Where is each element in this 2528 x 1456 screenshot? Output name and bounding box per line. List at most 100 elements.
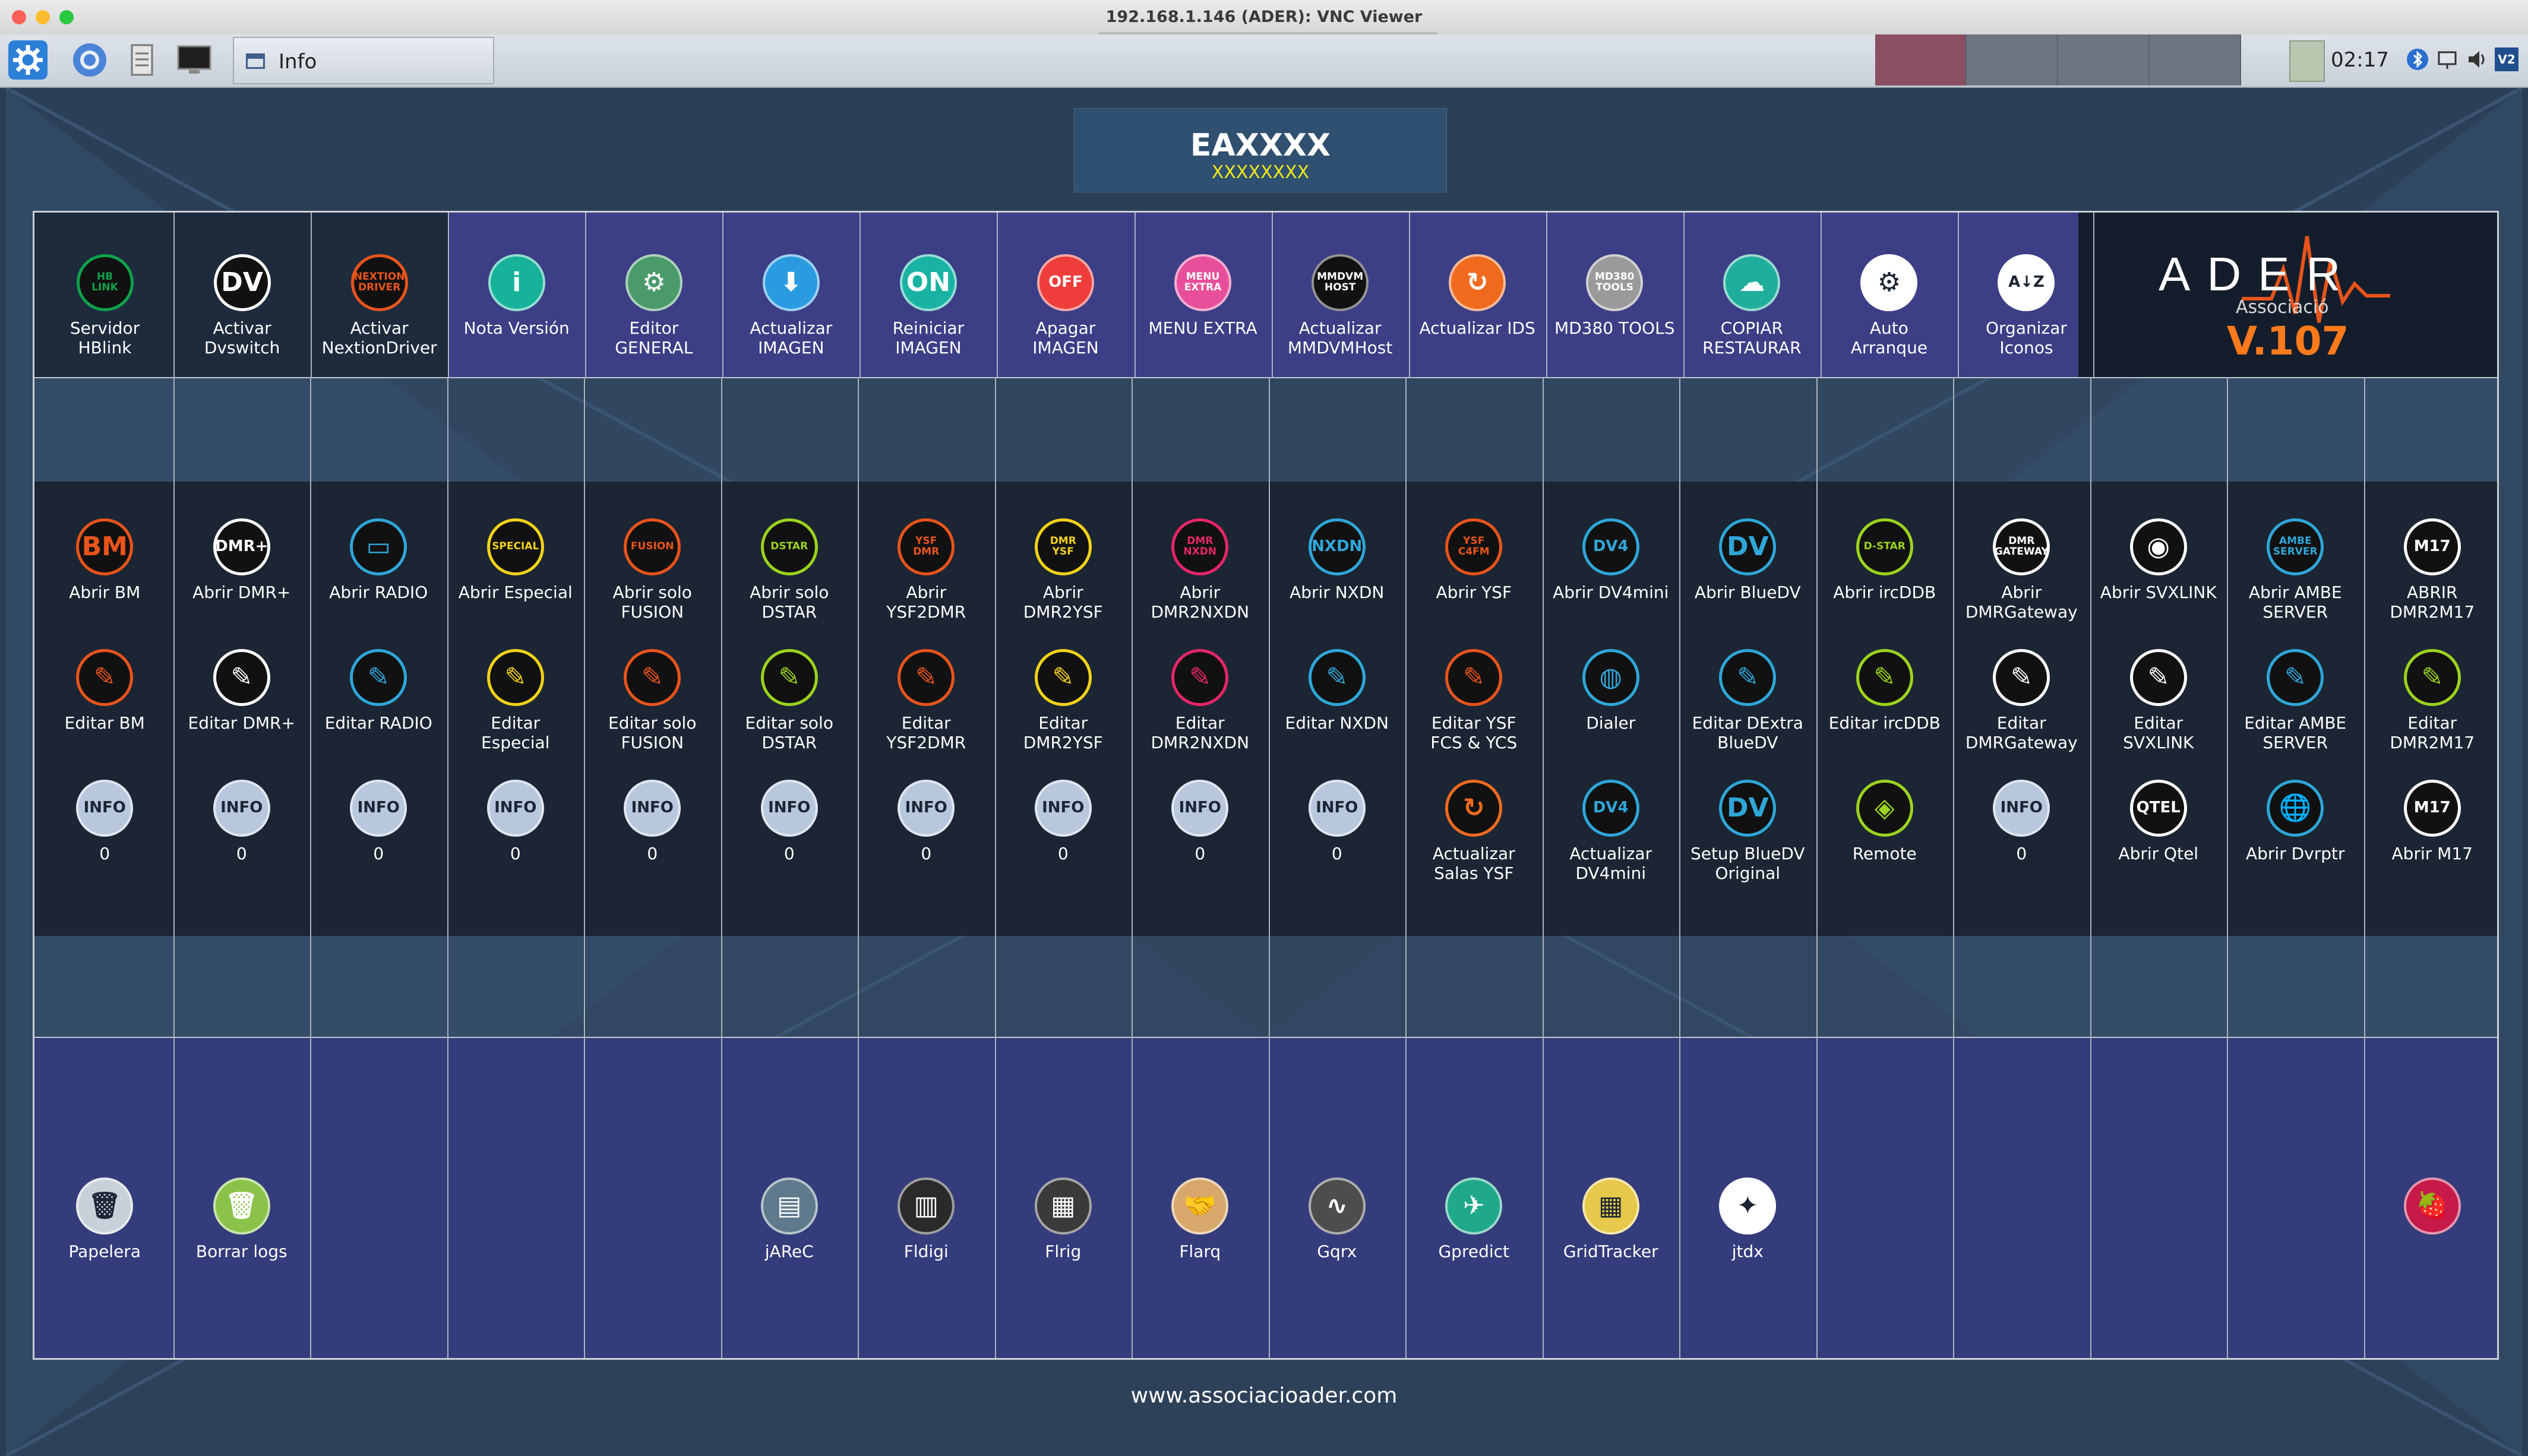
launcher-reiniciar-imagen[interactable]: ON Reiniciar IMAGEN: [859, 254, 997, 357]
launcher-editar-ircddb[interactable]: ✎ Editar ircDDB: [1816, 649, 1954, 733]
launcher-abrir-ysf2dmr[interactable]: YSF DMR Abrir YSF2DMR: [858, 518, 995, 622]
launcher-editar-dmr2m17[interactable]: ✎ Editar DMR2M17: [2364, 649, 2501, 752]
launcher-abrir-radio[interactable]: ▭ Abrir RADIO: [310, 518, 447, 602]
launcher-abrir-dmr2nxdn[interactable]: DMR NXDN Abrir DMR2NXDN: [1132, 518, 1269, 622]
launcher-0[interactable]: INFO 0: [1132, 780, 1269, 863]
launcher-editar-radio[interactable]: ✎ Editar RADIO: [310, 649, 447, 733]
launcher-0[interactable]: INFO 0: [310, 780, 447, 863]
launcher-0[interactable]: INFO 0: [584, 780, 721, 863]
launcher-editar-ysf2dmr[interactable]: ✎ Editar YSF2DMR: [858, 649, 995, 752]
launcher-organizar-iconos[interactable]: A↓Z Organizar Iconos: [1958, 254, 2095, 357]
vnc-icon[interactable]: V2: [2495, 48, 2518, 71]
launcher-0[interactable]: INFO 0: [858, 780, 995, 863]
launcher-remote[interactable]: ◈ Remote: [1816, 780, 1954, 863]
launcher-label: Editar RADIO: [324, 713, 432, 733]
launcher-dialer[interactable]: ◍ Dialer: [1543, 649, 1680, 733]
launcher-0[interactable]: INFO 0: [995, 780, 1132, 863]
launcher-0[interactable]: INFO 0: [447, 780, 584, 863]
launcher-abrir-ircddb[interactable]: D-STAR Abrir ircDDB: [1816, 518, 1954, 602]
terminal-icon[interactable]: [175, 40, 214, 80]
launcher-abrir-dmr2ysf[interactable]: DMR YSF Abrir DMR2YSF: [995, 518, 1132, 622]
launcher-abrir-m17[interactable]: M17 Abrir M17: [2364, 780, 2501, 863]
launcher-gridtracker[interactable]: ▦ GridTracker: [1543, 1178, 1680, 1261]
launcher-label: MD380 TOOLS: [1554, 318, 1675, 338]
launcher-editar-ambe-server[interactable]: ✎ Editar AMBE SERVER: [2227, 649, 2364, 752]
launcher-activar-dvswitch[interactable]: DV Activar Dvswitch: [173, 254, 311, 357]
launcher-0[interactable]: INFO 0: [721, 780, 858, 863]
abrir-icon: M17: [2403, 518, 2461, 575]
launcher-editar-bm[interactable]: ✎ Editar BM: [36, 649, 173, 733]
launcher-actualizar-salas-ysf[interactable]: ↻ Actualizar Salas YSF: [1405, 780, 1543, 883]
launcher-editar-dmr2ysf[interactable]: ✎ Editar DMR2YSF: [995, 649, 1132, 752]
launcher-abrir-dmr[interactable]: DMR+ Abrir DMR+: [173, 518, 311, 602]
launcher-editar-dmrgateway[interactable]: ✎ Editar DMRGateway: [1953, 649, 2090, 752]
workspace-1[interactable]: [1875, 34, 1967, 86]
workspace-4[interactable]: [2150, 34, 2241, 86]
file-manager-icon[interactable]: [122, 40, 162, 80]
network-icon[interactable]: [2435, 48, 2459, 71]
launcher-abrir-solo-fusion[interactable]: FUSION Abrir solo FUSION: [584, 518, 721, 622]
launcher-abrir-solo-dstar[interactable]: DSTAR Abrir solo DSTAR: [721, 518, 858, 622]
launcher-auto-arranque[interactable]: ⚙ Auto Arranque: [1821, 254, 1958, 357]
launcher-editar-ysf-fcs-ycs[interactable]: ✎ Editar YSF FCS & YCS: [1405, 649, 1543, 752]
launcher-flrig[interactable]: ▦ Flrig: [995, 1178, 1132, 1261]
launcher-label: 0: [99, 844, 110, 863]
browser-icon[interactable]: [70, 40, 109, 80]
launcher-actualizar-ids[interactable]: ↻ Actualizar IDS: [1409, 254, 1546, 338]
launcher-editar-dmr[interactable]: ✎ Editar DMR+: [173, 649, 311, 733]
launcher-editar-nxdn[interactable]: ✎ Editar NXDN: [1269, 649, 1406, 733]
launcher-borrar-logs[interactable]: 🗑 Borrar logs: [173, 1178, 311, 1261]
launcher-abrir-dvrptr[interactable]: 🌐 Abrir Dvrptr: [2227, 780, 2364, 863]
launcher-copiar-restaurar[interactable]: ☁ COPIAR RESTAURAR: [1683, 254, 1821, 357]
launcher-editar-svxlink[interactable]: ✎ Editar SVXLINK: [2090, 649, 2227, 752]
dialer-icon: ◍: [1582, 649, 1639, 706]
volume-icon[interactable]: [2465, 48, 2489, 71]
bluetooth-icon[interactable]: [2406, 48, 2429, 71]
launcher-nota-versi-n[interactable]: i Nota Versión: [448, 254, 585, 338]
launcher-abrir-dv4mini[interactable]: DV4 Abrir DV4mini: [1543, 518, 1680, 602]
launcher-editar-dextra-bluedv[interactable]: ✎ Editar DExtra BlueDV: [1679, 649, 1816, 752]
0-icon: INFO: [1308, 780, 1366, 837]
launcher-fldigi[interactable]: ▥ Fldigi: [858, 1178, 995, 1261]
launcher-gqrx[interactable]: ∿ Gqrx: [1269, 1178, 1406, 1261]
launcher-0[interactable]: INFO 0: [173, 780, 311, 863]
launcher-abrir-svxlink[interactable]: ◉ Abrir SVXLINK: [2090, 518, 2227, 602]
launcher-abrir-dmrgateway[interactable]: DMR GATEWAY Abrir DMRGateway: [1953, 518, 2090, 622]
launcher-editor-general[interactable]: ⚙ Editor GENERAL: [585, 254, 722, 357]
launcher-abrir-bm[interactable]: BM Abrir BM: [36, 518, 173, 602]
taskbar-window-info[interactable]: Info: [233, 37, 494, 84]
launcher-actualizar-dv4mini[interactable]: DV4 Actualizar DV4mini: [1543, 780, 1680, 883]
launcher-editar-solo-fusion[interactable]: ✎ Editar solo FUSION: [584, 649, 721, 752]
launcher-actualizar-imagen[interactable]: ⬇ Actualizar IMAGEN: [722, 254, 859, 357]
settings-icon[interactable]: [8, 40, 48, 80]
launcher-editar-especial[interactable]: ✎ Editar Especial: [447, 649, 584, 752]
launcher-papelera[interactable]: 🗑 Papelera: [36, 1178, 173, 1261]
launcher-abrir-dmr2m17[interactable]: M17 ABRIR DMR2M17: [2364, 518, 2501, 622]
footer-url[interactable]: www.associacioader.com: [0, 1384, 2528, 1408]
launcher-servidor-hblink[interactable]: HB LINK Servidor HBlink: [36, 254, 173, 357]
launcher-abrir-ysf[interactable]: YSF C4FM Abrir YSF: [1405, 518, 1543, 602]
launcher-raspberry[interactable]: 🍓: [2364, 1178, 2501, 1242]
launcher-activar-nextiondriver[interactable]: NEXTION DRIVER Activar NextionDriver: [311, 254, 448, 357]
launcher-jarec[interactable]: ▤ jAReC: [721, 1178, 858, 1261]
launcher-abrir-especial[interactable]: SPECIAL Abrir Especial: [447, 518, 584, 602]
launcher-abrir-nxdn[interactable]: NXDN Abrir NXDN: [1269, 518, 1406, 602]
workspace-2[interactable]: [1967, 34, 2058, 86]
launcher-abrir-bluedv[interactable]: DV Abrir BlueDV: [1679, 518, 1816, 602]
launcher-flarq[interactable]: 🤝 Flarq: [1132, 1178, 1269, 1261]
launcher-abrir-ambe-server[interactable]: AMBE SERVER Abrir AMBE SERVER: [2227, 518, 2364, 622]
launcher-editar-dmr2nxdn[interactable]: ✎ Editar DMR2NXDN: [1132, 649, 1269, 752]
launcher-apagar-imagen[interactable]: OFF Apagar IMAGEN: [997, 254, 1134, 357]
launcher-abrir-qtel[interactable]: QTEL Abrir Qtel: [2090, 780, 2227, 863]
launcher-jtdx[interactable]: ✦ jtdx: [1679, 1178, 1816, 1261]
launcher-actualizar-mmdvmhost[interactable]: MMDVM HOST Actualizar MMDVMHost: [1272, 254, 1409, 357]
launcher-menu-extra[interactable]: MENU EXTRA MENU EXTRA: [1135, 254, 1272, 338]
launcher-editar-solo-dstar[interactable]: ✎ Editar solo DSTAR: [721, 649, 858, 752]
launcher-setup-bluedv-original[interactable]: DV Setup BlueDV Original: [1679, 780, 1816, 883]
launcher-0[interactable]: INFO 0: [36, 780, 173, 863]
launcher-0[interactable]: INFO 0: [1953, 780, 2090, 863]
launcher-0[interactable]: INFO 0: [1269, 780, 1406, 863]
launcher-md380-tools[interactable]: MD380 TOOLS MD380 TOOLS: [1546, 254, 1683, 338]
launcher-gpredict[interactable]: ✈ Gpredict: [1405, 1178, 1543, 1261]
workspace-3[interactable]: [2058, 34, 2150, 86]
